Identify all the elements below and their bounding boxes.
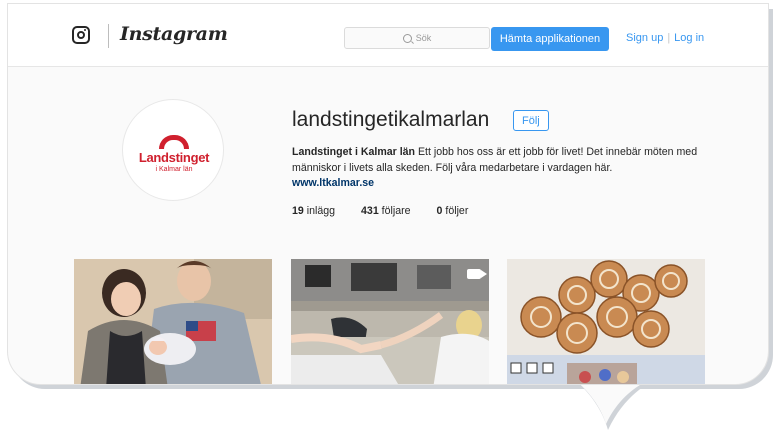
post-thumbnail[interactable]: [74, 259, 272, 384]
profile-website-link[interactable]: www.ltkalmar.se: [292, 177, 374, 189]
profile-full-name: Landstinget i Kalmar län: [292, 146, 416, 158]
following-stat[interactable]: 0 följer: [437, 205, 469, 217]
top-navigation-bar: Instagram Sök Hämta applikationen Sign u…: [8, 4, 768, 67]
followers-stat[interactable]: 431 följare: [361, 205, 411, 217]
instagram-wordmark[interactable]: Instagram: [120, 23, 228, 45]
auth-separator: |: [667, 32, 671, 44]
following-label: följer: [445, 205, 469, 217]
following-count: 0: [436, 205, 443, 217]
profile-stats: 19 inlägg 431 följare 0 följer: [292, 205, 494, 217]
auth-links: Sign up | Log in: [626, 32, 704, 44]
search-icon: [402, 33, 412, 43]
followers-label: följare: [381, 205, 411, 217]
avatar-logo-text: Landstinget: [138, 150, 210, 165]
post-image-buns: [507, 259, 705, 384]
follow-button[interactable]: Följ: [513, 110, 549, 131]
instagram-page: Instagram Sök Hämta applikationen Sign u…: [7, 3, 769, 385]
post-thumbnail[interactable]: [291, 259, 489, 384]
profile-bio: Landstinget i Kalmar län Ett jobb hos os…: [292, 144, 722, 176]
post-image-office: [291, 259, 489, 384]
avatar-logo-subtext: i Kalmar län: [155, 166, 193, 173]
login-link[interactable]: Log in: [674, 32, 704, 44]
instagram-glyph-icon[interactable]: [72, 26, 90, 44]
posts-label: inlägg: [306, 205, 336, 217]
post-thumbnail[interactable]: [507, 259, 705, 384]
signup-link[interactable]: Sign up: [626, 32, 663, 44]
profile-username: landstingetikalmarlan: [292, 108, 490, 131]
search-input[interactable]: Sök: [344, 27, 490, 49]
followers-count: 431: [361, 205, 379, 217]
search-placeholder: Sök: [415, 33, 432, 43]
posts-count: 19: [292, 205, 304, 217]
logo-divider: [108, 24, 109, 48]
get-app-button[interactable]: Hämta applikationen: [491, 27, 609, 51]
posts-stat: 19 inlägg: [292, 205, 335, 217]
video-icon: [467, 269, 487, 279]
speech-bubble-tail: [572, 378, 658, 430]
post-image-family: [74, 259, 272, 384]
